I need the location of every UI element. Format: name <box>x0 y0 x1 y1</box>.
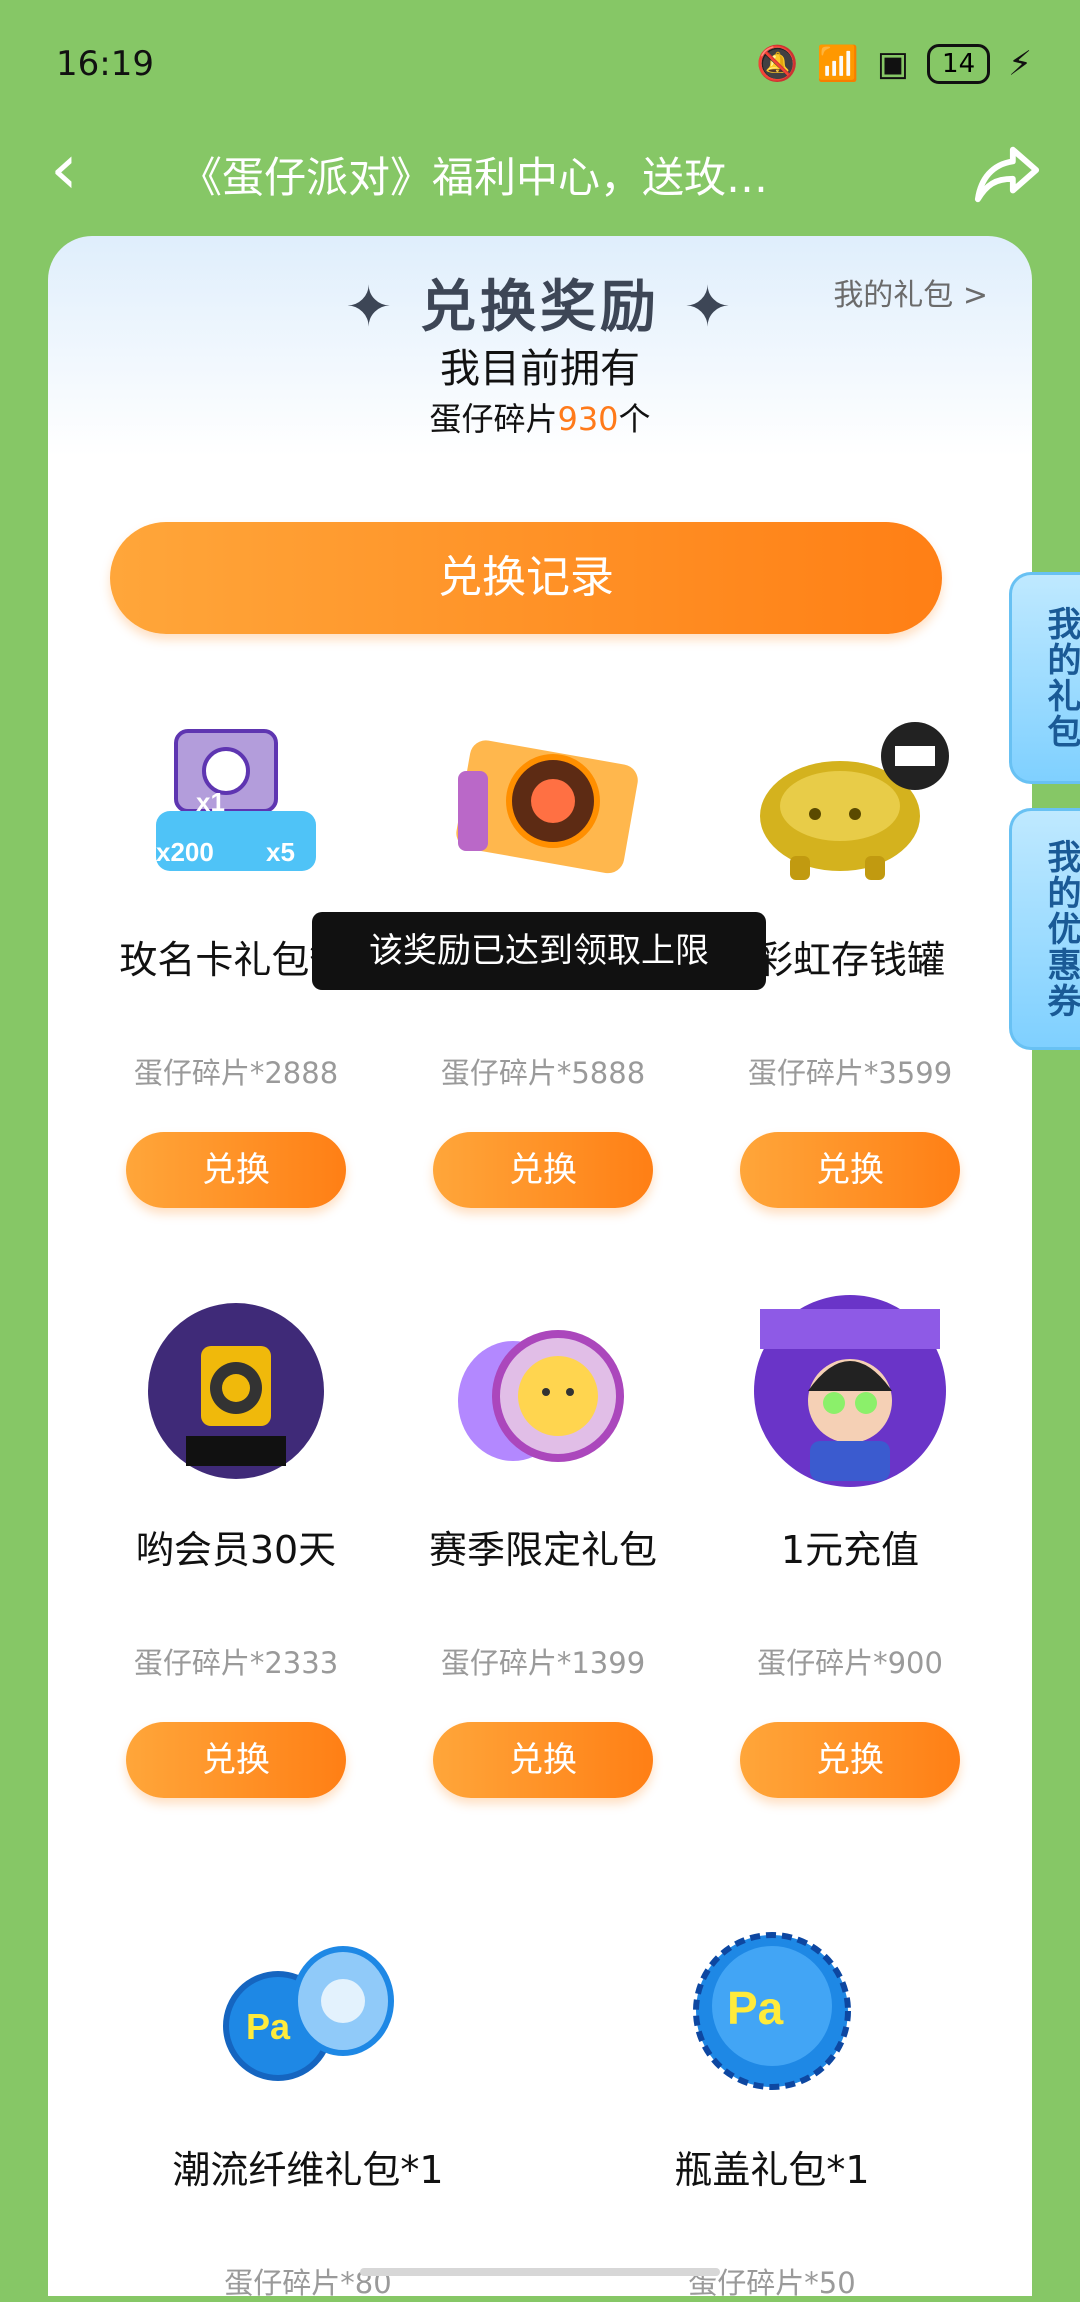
exchange-button[interactable]: 兑换 <box>126 1722 346 1798</box>
rename-card-gift-icon: x200 x5 x1 <box>126 706 346 896</box>
svg-text:x5: x5 <box>266 837 295 867</box>
item-name: 1元充值 <box>780 1528 920 1572</box>
item-name: 潮流纤维礼包*1 <box>172 2148 444 2192</box>
exchange-button[interactable]: 兑换 <box>433 1722 653 1798</box>
item-price: 蛋仔碎片*80 <box>224 2266 392 2300</box>
sim-icon: ▣ <box>876 44 910 84</box>
recharge-icon <box>740 1295 960 1487</box>
back-arrow-icon[interactable]: ‹ <box>50 134 78 204</box>
piggy-bank-icon <box>740 706 960 896</box>
reward-item: Pa 潮流纤维礼包*1 蛋仔碎片*80 <box>158 1916 458 2302</box>
charging-icon: ⚡ <box>1008 44 1032 84</box>
exchange-button[interactable]: 兑换 <box>433 1132 653 1208</box>
limit-reached-toast: 该奖励已达到领取上限 <box>312 912 766 990</box>
status-bar: 16:19 🔕 📶 ▣ 14 ⚡ <box>0 0 1080 120</box>
sparkle-icon: ✦ <box>345 275 396 340</box>
fragments-count: 930 <box>557 400 619 438</box>
status-icons: 🔕 📶 ▣ 14 ⚡ <box>756 44 1032 84</box>
page-title: 《蛋仔派对》福利中心，送玫… <box>180 153 769 202</box>
sparkle-icon: ✦ <box>684 275 735 340</box>
exchange-button[interactable]: 兑换 <box>740 1722 960 1798</box>
item-name: 瓶盖礼包*1 <box>674 2148 870 2192</box>
exchange-button[interactable]: 兑换 <box>126 1132 346 1208</box>
item-price: 蛋仔碎片*1399 <box>440 1646 646 1680</box>
item-name: 赛季限定礼包 <box>428 1528 657 1572</box>
exchange-button[interactable]: 兑换 <box>740 1132 960 1208</box>
reward-item: 赛季限定礼包 蛋仔碎片*1399 兑换 <box>393 1296 693 1798</box>
svg-text:x200: x200 <box>156 837 214 867</box>
fiber-gift-icon: Pa <box>198 1916 418 2106</box>
svg-text:Pa: Pa <box>246 2006 291 2047</box>
item-price: 蛋仔碎片*50 <box>688 2266 856 2300</box>
badge-card-icon <box>433 706 653 896</box>
item-price: 蛋仔碎片*900 <box>757 1646 943 1680</box>
own-label: 我目前拥有 <box>440 346 640 392</box>
title-bar: ‹ 《蛋仔派对》福利中心，送玫… <box>0 120 1080 220</box>
svg-text:x1: x1 <box>196 787 225 817</box>
my-coupon-side-tab[interactable]: 我的优惠券 <box>1009 808 1080 1050</box>
season-gift-icon <box>433 1296 653 1486</box>
wifi-icon: 📶 <box>816 44 859 84</box>
my-gift-link[interactable]: 我的礼包 > <box>833 270 988 314</box>
bottle-cap-icon: Pa <box>662 1916 882 2106</box>
mute-icon: 🔕 <box>756 44 799 84</box>
my-gift-side-tab[interactable]: 我的礼包 <box>1009 572 1080 784</box>
share-icon[interactable] <box>972 138 1042 208</box>
item-price: 蛋仔碎片*2333 <box>133 1646 339 1680</box>
item-price: 蛋仔碎片*3599 <box>747 1056 953 1090</box>
item-price: 蛋仔碎片*5888 <box>440 1056 646 1090</box>
reward-item: Pa 瓶盖礼包*1 蛋仔碎片*50 <box>622 1916 922 2302</box>
item-price: 蛋仔碎片*2888 <box>133 1056 339 1090</box>
item-name: 哟会员30天 <box>135 1528 337 1572</box>
exchange-record-button[interactable]: 兑换记录 <box>110 522 942 634</box>
battery-indicator: 14 <box>927 44 991 84</box>
home-indicator[interactable] <box>360 2268 720 2276</box>
status-time: 16:19 <box>56 44 154 84</box>
rewards-card: ✦ 兑换奖励 ✦ 我的礼包 > 我目前拥有 蛋仔碎片930个 兑换记录 x200 x… <box>48 236 1032 2300</box>
membership-icon <box>126 1296 346 1486</box>
svg-text:Pa: Pa <box>727 1982 784 2034</box>
fragments-balance: 蛋仔碎片930个 <box>429 400 651 438</box>
reward-item: 哟会员30天 蛋仔碎片*2333 兑换 <box>86 1296 386 1798</box>
reward-item: 1元充值 蛋仔碎片*900 兑换 <box>700 1295 1000 1798</box>
